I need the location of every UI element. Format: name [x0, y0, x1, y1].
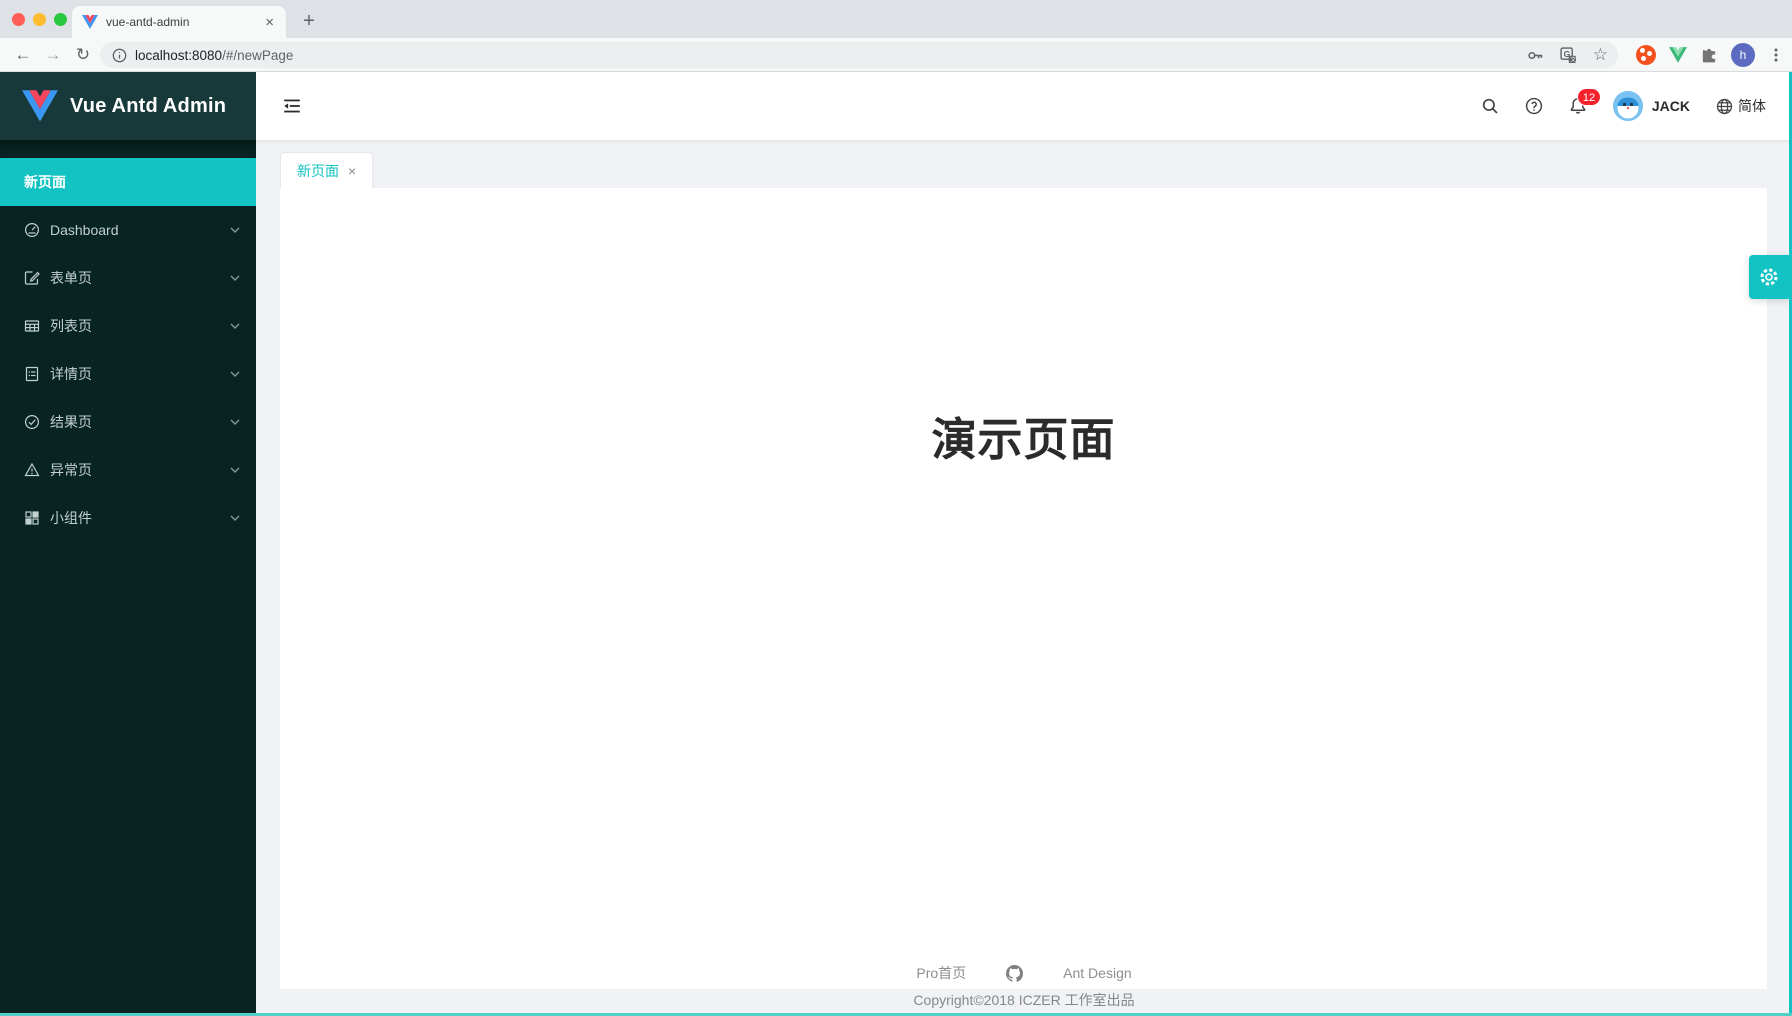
vue-logo-icon: [22, 90, 58, 122]
dashboard-icon: [24, 222, 40, 238]
sidebar-item-label: 小组件: [50, 508, 230, 528]
table-icon: [24, 318, 40, 334]
sidebar-item-label: 列表页: [50, 316, 230, 336]
sidebar-item-label: 异常页: [50, 460, 230, 480]
window-close-button[interactable]: [12, 13, 25, 26]
app-header: 12 JACK: [256, 72, 1792, 140]
user-menu[interactable]: JACK: [1613, 91, 1690, 121]
footer: Pro首页 Ant Design Copyright©2018 ICZER 工作…: [256, 917, 1792, 1016]
github-icon[interactable]: [1006, 965, 1023, 982]
app-page: Vue Antd Admin 新页面 Dashboard: [0, 72, 1792, 1016]
vue-devtools-extension-icon[interactable]: [1669, 47, 1687, 63]
chevron-down-icon: [230, 275, 240, 281]
reload-icon[interactable]: ↻: [68, 45, 98, 65]
page-tab-new-page[interactable]: 新页面 ×: [280, 152, 373, 188]
page-tab-close-icon[interactable]: ×: [348, 163, 356, 179]
bookmark-star-icon[interactable]: ☆: [1593, 45, 1608, 65]
sidebar-item-list[interactable]: 列表页: [0, 302, 256, 350]
gear-icon: [1758, 266, 1780, 288]
sidebar-item-new-page[interactable]: 新页面: [0, 158, 256, 206]
window-zoom-button[interactable]: [54, 13, 67, 26]
sidebar-item-widgets[interactable]: 小组件: [0, 494, 256, 542]
chevron-down-icon: [230, 515, 240, 521]
sidebar-item-label: 结果页: [50, 412, 230, 432]
notification-badge: 12: [1577, 88, 1601, 106]
warning-icon: [24, 462, 40, 478]
sidebar-item-form[interactable]: 表单页: [0, 254, 256, 302]
vue-favicon-icon: [82, 15, 98, 29]
sidebar: Vue Antd Admin 新页面 Dashboard: [0, 72, 256, 1016]
appstore-icon: [24, 510, 40, 526]
username: JACK: [1652, 98, 1690, 114]
page-title: 演示页面: [280, 403, 1767, 468]
chevron-down-icon: [230, 419, 240, 425]
search-icon[interactable]: [1481, 97, 1499, 115]
chevron-down-icon: [230, 467, 240, 473]
extensions-puzzle-icon[interactable]: [1700, 46, 1718, 64]
sidebar-item-label: Dashboard: [50, 222, 230, 238]
address-bar[interactable]: localhost:8080/#/newPage G 文 ☆: [100, 42, 1618, 68]
browser-tab[interactable]: vue-antd-admin ×: [72, 6, 286, 38]
copyright: Copyright©2018 ICZER 工作室出品: [256, 990, 1792, 1010]
globe-icon: [1716, 98, 1733, 115]
app-logo[interactable]: Vue Antd Admin: [0, 72, 256, 140]
forward-icon[interactable]: →: [38, 45, 68, 65]
chevron-down-icon: [230, 227, 240, 233]
language-label: 简体: [1738, 96, 1766, 116]
window-controls[interactable]: [12, 13, 67, 26]
window-minimize-button[interactable]: [33, 13, 46, 26]
sidebar-item-label: 新页面: [24, 172, 240, 192]
browser-tab-title: vue-antd-admin: [106, 15, 263, 29]
chevron-down-icon: [230, 371, 240, 377]
form-icon: [24, 270, 40, 286]
language-selector[interactable]: 简体: [1716, 96, 1766, 116]
check-circle-icon: [24, 414, 40, 430]
notifications-button[interactable]: 12: [1569, 97, 1587, 115]
help-icon[interactable]: [1525, 97, 1543, 115]
url-host: localhost:8080: [135, 48, 222, 63]
footer-link-antd[interactable]: Ant Design: [1063, 965, 1131, 981]
site-info-icon[interactable]: [112, 48, 127, 63]
translate-icon[interactable]: G 文: [1560, 47, 1577, 64]
chevron-down-icon: [230, 323, 240, 329]
browser-profile-avatar[interactable]: h: [1731, 43, 1755, 67]
svg-text:文: 文: [1570, 55, 1576, 63]
url-text[interactable]: localhost:8080/#/newPage: [135, 48, 293, 63]
sidebar-item-detail[interactable]: 详情页: [0, 350, 256, 398]
sidebar-item-dashboard[interactable]: Dashboard: [0, 206, 256, 254]
menu-fold-icon[interactable]: [282, 96, 302, 116]
new-tab-button[interactable]: +: [296, 8, 322, 34]
app-title: Vue Antd Admin: [70, 95, 226, 118]
url-path: /#/newPage: [222, 48, 293, 63]
page-tab-label: 新页面: [297, 161, 339, 181]
extension-orange-icon[interactable]: [1636, 45, 1656, 65]
sidebar-item-exception[interactable]: 异常页: [0, 446, 256, 494]
tab-close-icon[interactable]: ×: [263, 15, 276, 30]
browser-tabstrip: vue-antd-admin × +: [0, 0, 1792, 38]
page-tabbar: 新页面 ×: [280, 152, 373, 188]
footer-link-pro[interactable]: Pro首页: [916, 963, 966, 983]
content-card: 演示页面: [280, 188, 1767, 989]
back-icon[interactable]: ←: [8, 45, 38, 65]
sidebar-item-label: 详情页: [50, 364, 230, 384]
profile-icon: [24, 366, 40, 382]
sidebar-item-label: 表单页: [50, 268, 230, 288]
sidebar-menu: 新页面 Dashboard: [0, 140, 256, 542]
avatar: [1613, 91, 1643, 121]
sidebar-item-result[interactable]: 结果页: [0, 398, 256, 446]
password-key-icon[interactable]: [1527, 47, 1544, 64]
browser-toolbar: ← → ↻ localhost:8080/#/newPage G 文: [0, 38, 1792, 72]
settings-drawer-button[interactable]: [1749, 255, 1789, 299]
browser-menu-icon[interactable]: [1768, 47, 1784, 63]
